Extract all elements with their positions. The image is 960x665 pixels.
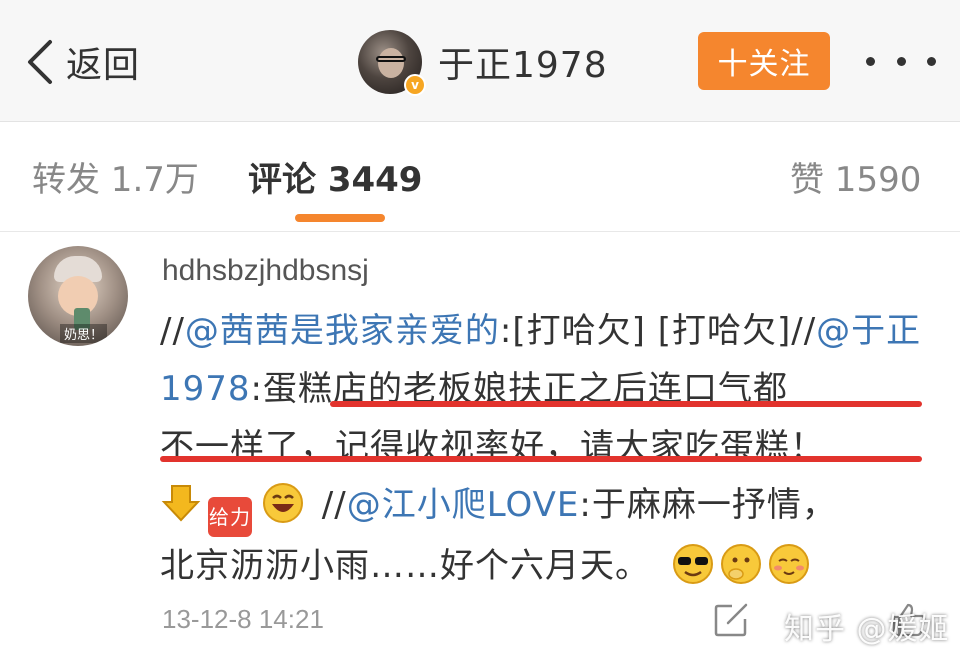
tab-comments[interactable]: 评论 3449 [248,152,422,201]
text-segment: // [160,311,185,351]
author-info[interactable]: v 于正1978 [358,30,608,96]
text-segment: :[打哈欠] [打哈欠]// [499,311,817,351]
text-segment: :于麻麻一抒情， [579,485,837,525]
tab-reposts[interactable]: 转发 1.7万 [32,152,199,201]
author-name[interactable]: 于正1978 [438,36,608,88]
chevron-left-icon [28,40,52,84]
sunglasses-emoji-icon [672,544,713,584]
follow-button[interactable]: 十关注 [698,32,830,90]
verified-badge-icon: v [404,74,426,96]
comment-timestamp: 13-12-8 14:21 [162,604,324,634]
laugh-emoji-icon [263,483,303,523]
commenter-avatar[interactable]: 奶思！ [28,246,128,346]
mention-link[interactable]: @茜茜是我家亲爱的 [185,311,500,351]
tab-bar: 转发 1.7万 评论 3449 赞 1590 [0,122,960,232]
share-edit-icon[interactable] [712,601,750,639]
arrow-down-emoji-icon [161,485,201,522]
more-dots-icon[interactable] [866,52,936,70]
back-label: 返回 [66,45,141,86]
red-underline [330,401,922,407]
comment-text: //@茜茜是我家亲爱的:[打哈欠] [打哈欠]//@于正1978:蛋糕店的老板娘… [160,302,930,595]
author-avatar[interactable]: v [358,30,426,96]
text-segment: : [250,369,263,409]
text-segment: // [310,485,347,525]
comment-item: 奶思！ hdhsbzjhdbsnsj //@茜茜是我家亲爱的:[打哈欠] [打哈… [0,232,960,665]
top-nav-bar: 返回 v 于正1978 十关注 [0,0,960,122]
watermark-text: 知乎 @媛姬 [784,612,950,647]
active-tab-indicator [295,214,385,222]
avatar-tag: 奶思！ [60,324,108,343]
mention-link[interactable]: @江小爬LOVE [347,485,580,525]
text-segment: 北京沥沥小雨……好个六月天。 [160,546,650,586]
commenter-name[interactable]: hdhsbzjhdbsnsj [162,254,369,288]
tab-likes[interactable]: 赞 1590 [790,152,921,201]
shy-emoji-icon [768,544,809,584]
geili-emoji-icon: 给力 [208,497,252,537]
back-button[interactable]: 返回 [24,36,140,88]
thinking-emoji-icon [720,544,761,584]
red-underline [160,456,922,462]
